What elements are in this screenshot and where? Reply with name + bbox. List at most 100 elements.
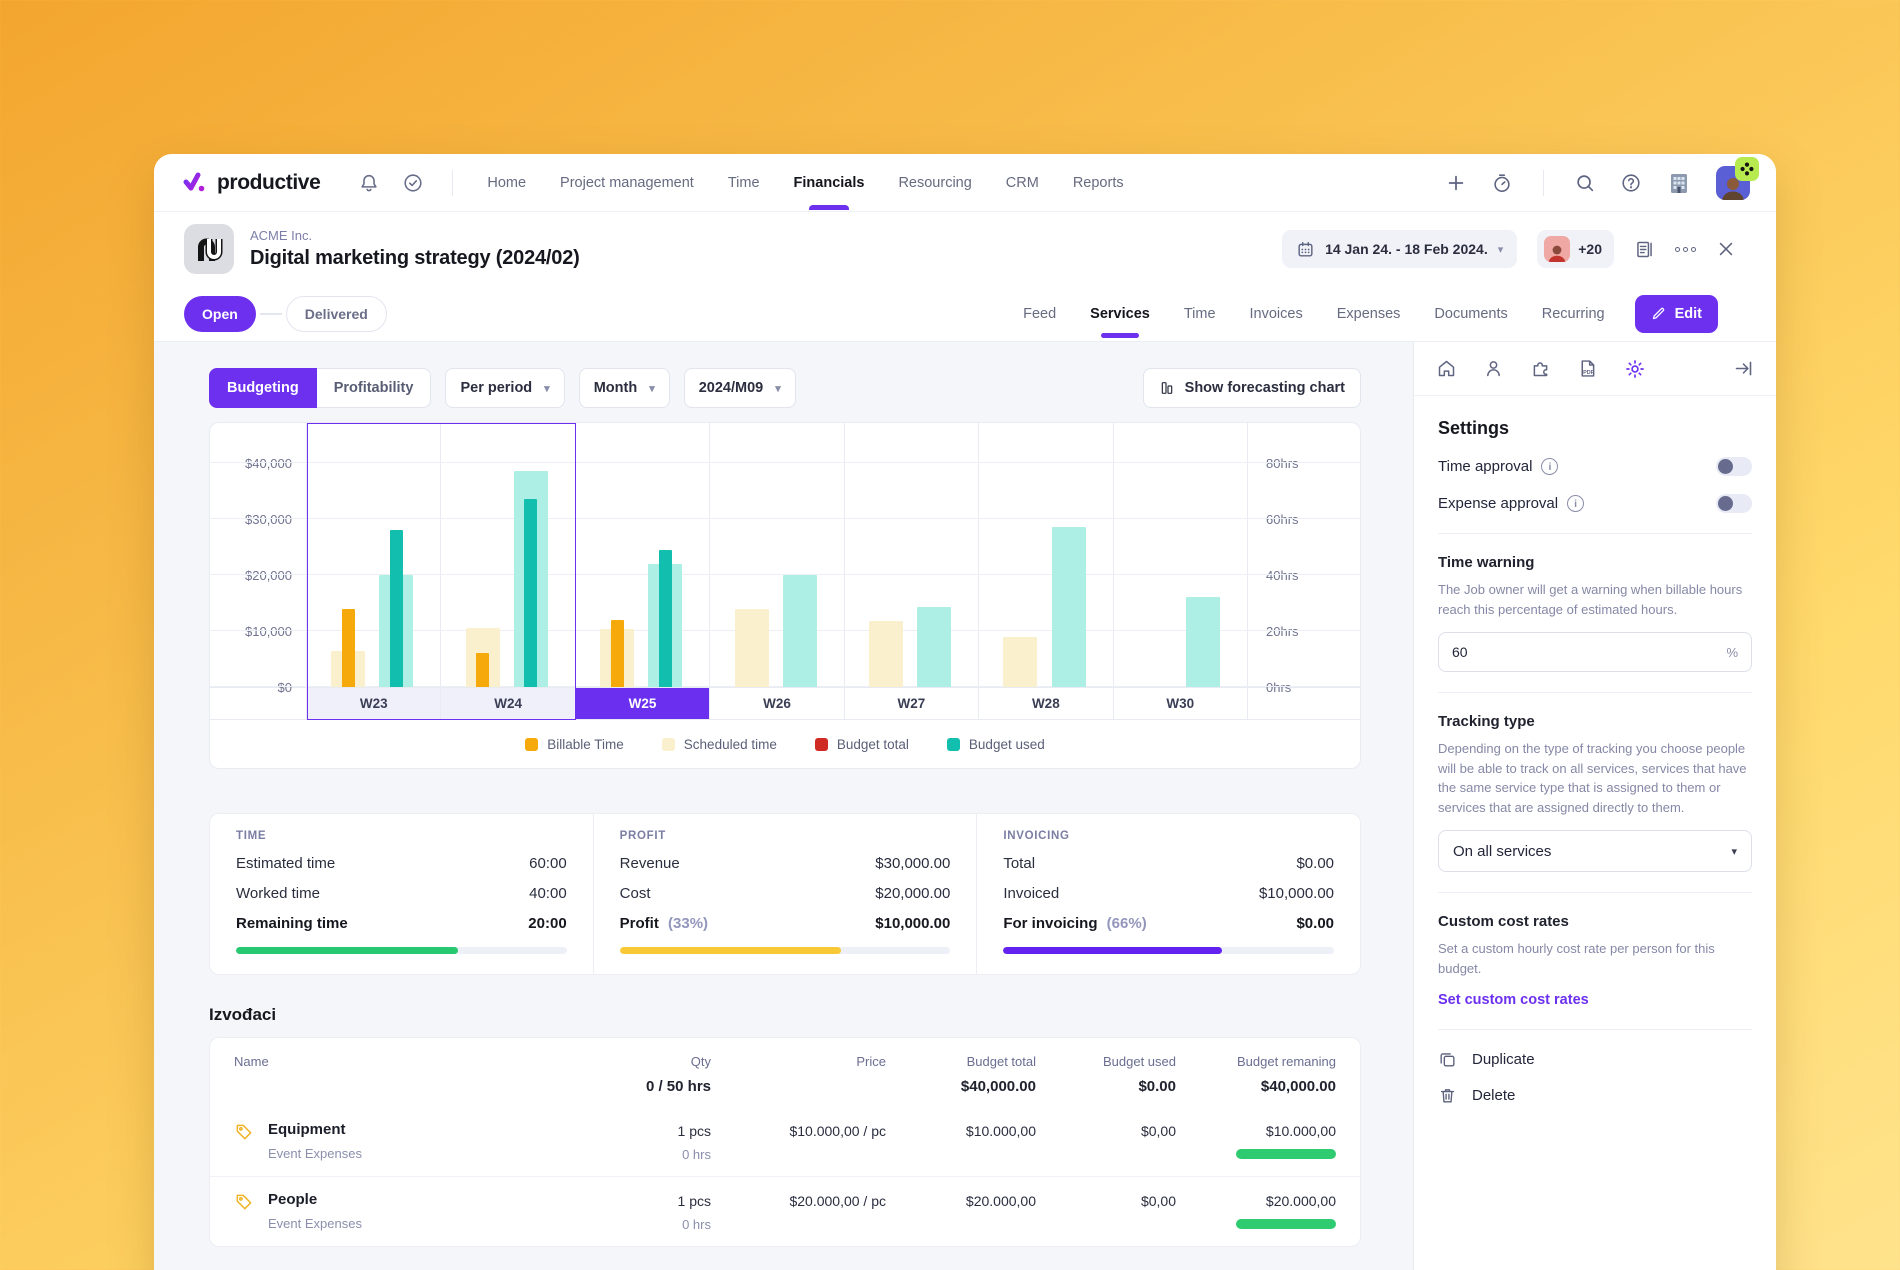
notifications-bell-icon[interactable]	[358, 172, 380, 194]
total-qty: 0 / 50 hrs	[561, 1078, 711, 1095]
y-axis-tick-usd: $30,000	[245, 512, 292, 527]
stat-label: Total	[1003, 855, 1035, 872]
bar-budget-used-w25	[659, 550, 672, 687]
members-badge[interactable]: +20	[1537, 230, 1614, 268]
approvals-check-icon[interactable]	[402, 172, 424, 194]
time-approval-toggle[interactable]	[1716, 457, 1752, 476]
tab-time[interactable]: Time	[1184, 287, 1216, 341]
main-panel: BudgetingProfitability Per period▾ Month▾…	[154, 342, 1413, 1270]
status-pill-open[interactable]: Open	[184, 296, 256, 332]
time-warning-value: 60	[1452, 644, 1468, 660]
nav-item-financials[interactable]: Financials	[794, 156, 865, 210]
activity-log-icon[interactable]	[1634, 239, 1655, 260]
stat-value: 40:00	[529, 885, 567, 902]
timer-icon[interactable]	[1491, 172, 1513, 194]
person-icon[interactable]	[1483, 358, 1504, 379]
productive-logo-icon	[182, 171, 208, 195]
cell-budget-remaining: $10.000,00	[1176, 1121, 1336, 1159]
tracking-type-select[interactable]: On all services ▾	[1438, 830, 1752, 872]
stat-row-for-invoicing: For invoicing (66%)$0.00	[1003, 915, 1334, 932]
dropdown-2024-m09[interactable]: 2024/M09▾	[684, 368, 796, 408]
svg-text:PDF: PDF	[1583, 370, 1595, 376]
y-axis-tick-hours: 60hrs	[1266, 512, 1299, 527]
delete-label: Delete	[1472, 1087, 1515, 1104]
integrations-puzzle-icon[interactable]	[1530, 358, 1551, 379]
budget-chart: $0$10,000$20,000$30,000$40,000 0hrs20hrs…	[210, 423, 1360, 687]
y-axis-tick-hours: 20hrs	[1266, 624, 1299, 639]
project-header: ACME Inc. Digital marketing strategy (20…	[154, 212, 1776, 286]
legend-item-billable-time: Billable Time	[525, 737, 624, 752]
expense-approval-toggle[interactable]	[1716, 494, 1752, 513]
search-icon[interactable]	[1574, 172, 1596, 194]
nav-item-time[interactable]: Time	[728, 156, 760, 210]
stat-row-invoiced: Invoiced$10,000.00	[1003, 885, 1334, 902]
info-icon[interactable]: i	[1541, 458, 1558, 475]
qty-hours: 0 hrs	[561, 1147, 711, 1162]
custom-cost-rates-title: Custom cost rates	[1438, 913, 1752, 930]
stat-row-remaining-time: Remaining time20:00	[236, 915, 567, 932]
calendar-icon	[1296, 240, 1315, 259]
date-range-picker[interactable]: 14 Jan 24. - 18 Feb 2024. ▾	[1282, 230, 1517, 268]
dropdown-per-period[interactable]: Per period▾	[445, 368, 564, 408]
week-label-w25[interactable]: W25	[576, 688, 710, 719]
close-icon[interactable]	[1716, 239, 1736, 259]
productive-logo[interactable]: productive	[182, 171, 320, 195]
tracking-type-value: On all services	[1453, 843, 1551, 860]
segment-profitability[interactable]: Profitability	[317, 368, 432, 408]
nav-item-project-management[interactable]: Project management	[560, 156, 694, 210]
show-forecasting-chart-button[interactable]: Show forecasting chart	[1143, 368, 1361, 408]
nav-item-resourcing[interactable]: Resourcing	[898, 156, 971, 210]
info-icon[interactable]: i	[1567, 495, 1584, 512]
status-pill-delivered[interactable]: Delivered	[286, 296, 387, 332]
dropdown-value: Per period	[460, 380, 532, 396]
delete-button[interactable]: Delete	[1438, 1086, 1752, 1105]
organization-building-icon[interactable]	[1666, 170, 1692, 196]
y-axis-tick-usd: $0	[278, 680, 292, 695]
nav-item-home[interactable]: Home	[487, 156, 526, 210]
tab-documents[interactable]: Documents	[1434, 287, 1507, 341]
time-warning-input[interactable]: 60 %	[1438, 632, 1752, 672]
bar-budget-used-w24	[524, 499, 537, 687]
tab-invoices[interactable]: Invoices	[1250, 287, 1303, 341]
segment-budgeting[interactable]: Budgeting	[209, 368, 317, 408]
set-custom-cost-rates-link[interactable]: Set custom cost rates	[1438, 992, 1589, 1008]
tab-feed[interactable]: Feed	[1023, 287, 1056, 341]
more-options-icon[interactable]	[1675, 247, 1696, 252]
table-row-people[interactable]: PeopleEvent Expenses1 pcs0 hrs$20.000,00…	[210, 1176, 1360, 1246]
table-row-equipment[interactable]: EquipmentEvent Expenses1 pcs0 hrs$10.000…	[210, 1107, 1360, 1176]
members-count: +20	[1578, 241, 1602, 257]
help-icon[interactable]	[1620, 172, 1642, 194]
topbar-divider	[452, 170, 453, 196]
stat-label: Invoiced	[1003, 885, 1059, 902]
tab-recurring[interactable]: Recurring	[1542, 287, 1605, 341]
forecast-button-label: Show forecasting chart	[1185, 380, 1345, 396]
week-label-w26[interactable]: W26	[710, 688, 844, 719]
tab-expenses[interactable]: Expenses	[1337, 287, 1401, 341]
legend-label: Budget total	[837, 737, 909, 752]
settings-gear-icon[interactable]	[1624, 358, 1646, 380]
week-label-w24[interactable]: W24	[441, 688, 575, 719]
stat-value: $0.00	[1296, 915, 1334, 932]
duplicate-button[interactable]: Duplicate	[1438, 1050, 1752, 1069]
legend-swatch	[662, 738, 675, 751]
week-label-w23[interactable]: W23	[307, 688, 441, 719]
nav-item-crm[interactable]: CRM	[1006, 156, 1039, 210]
add-plus-icon[interactable]	[1445, 172, 1467, 194]
legend-swatch	[815, 738, 828, 751]
dropdown-month[interactable]: Month▾	[579, 368, 670, 408]
home-icon[interactable]	[1436, 358, 1457, 379]
collapse-panel-icon[interactable]	[1733, 358, 1754, 379]
stat-title-time: TIME	[236, 830, 567, 842]
chevron-down-icon: ▾	[1731, 845, 1737, 858]
stat-title-profit: PROFIT	[620, 830, 951, 842]
edit-button[interactable]: Edit	[1635, 295, 1718, 333]
week-label-w30[interactable]: W30	[1114, 688, 1248, 719]
week-label-w28[interactable]: W28	[979, 688, 1113, 719]
week-label-w27[interactable]: W27	[845, 688, 979, 719]
pdf-export-icon[interactable]: PDF	[1577, 358, 1598, 379]
legend-item-scheduled-time: Scheduled time	[662, 737, 777, 752]
user-avatar[interactable]	[1716, 166, 1750, 200]
nav-item-reports[interactable]: Reports	[1073, 156, 1124, 210]
tab-services[interactable]: Services	[1090, 287, 1150, 341]
pill-connector	[260, 313, 282, 315]
